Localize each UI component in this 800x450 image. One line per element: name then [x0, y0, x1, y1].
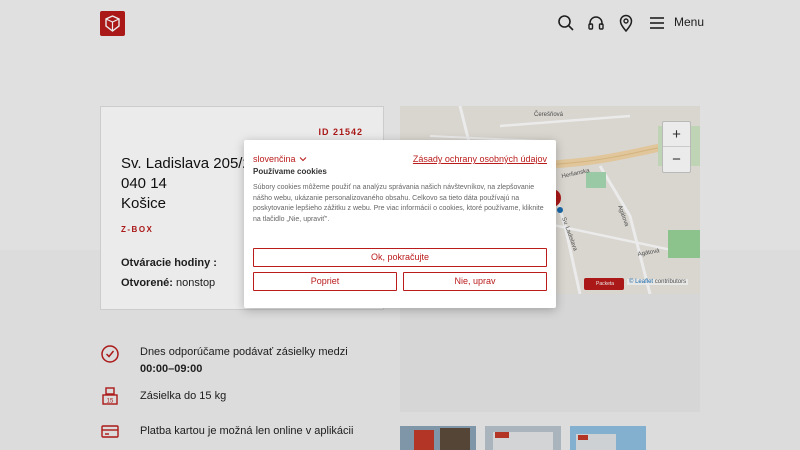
accept-cookies-button[interactable]: Ok, pokračujte — [253, 248, 547, 267]
cookie-title: Používame cookies — [253, 167, 327, 176]
cookie-consent-dialog: slovenčina Zásady ochrany osobných údajo… — [244, 140, 556, 308]
language-value: slovenčina — [253, 154, 296, 164]
language-selector[interactable]: slovenčina — [253, 154, 307, 164]
customize-cookies-button[interactable]: Nie, uprav — [403, 272, 547, 291]
chevron-down-icon — [299, 157, 307, 162]
privacy-policy-link[interactable]: Zásady ochrany osobných údajov — [413, 154, 547, 164]
deny-cookies-button[interactable]: Popriet — [253, 272, 397, 291]
cookie-description: Súbory cookies môžeme použiť na analýzu … — [253, 184, 544, 223]
